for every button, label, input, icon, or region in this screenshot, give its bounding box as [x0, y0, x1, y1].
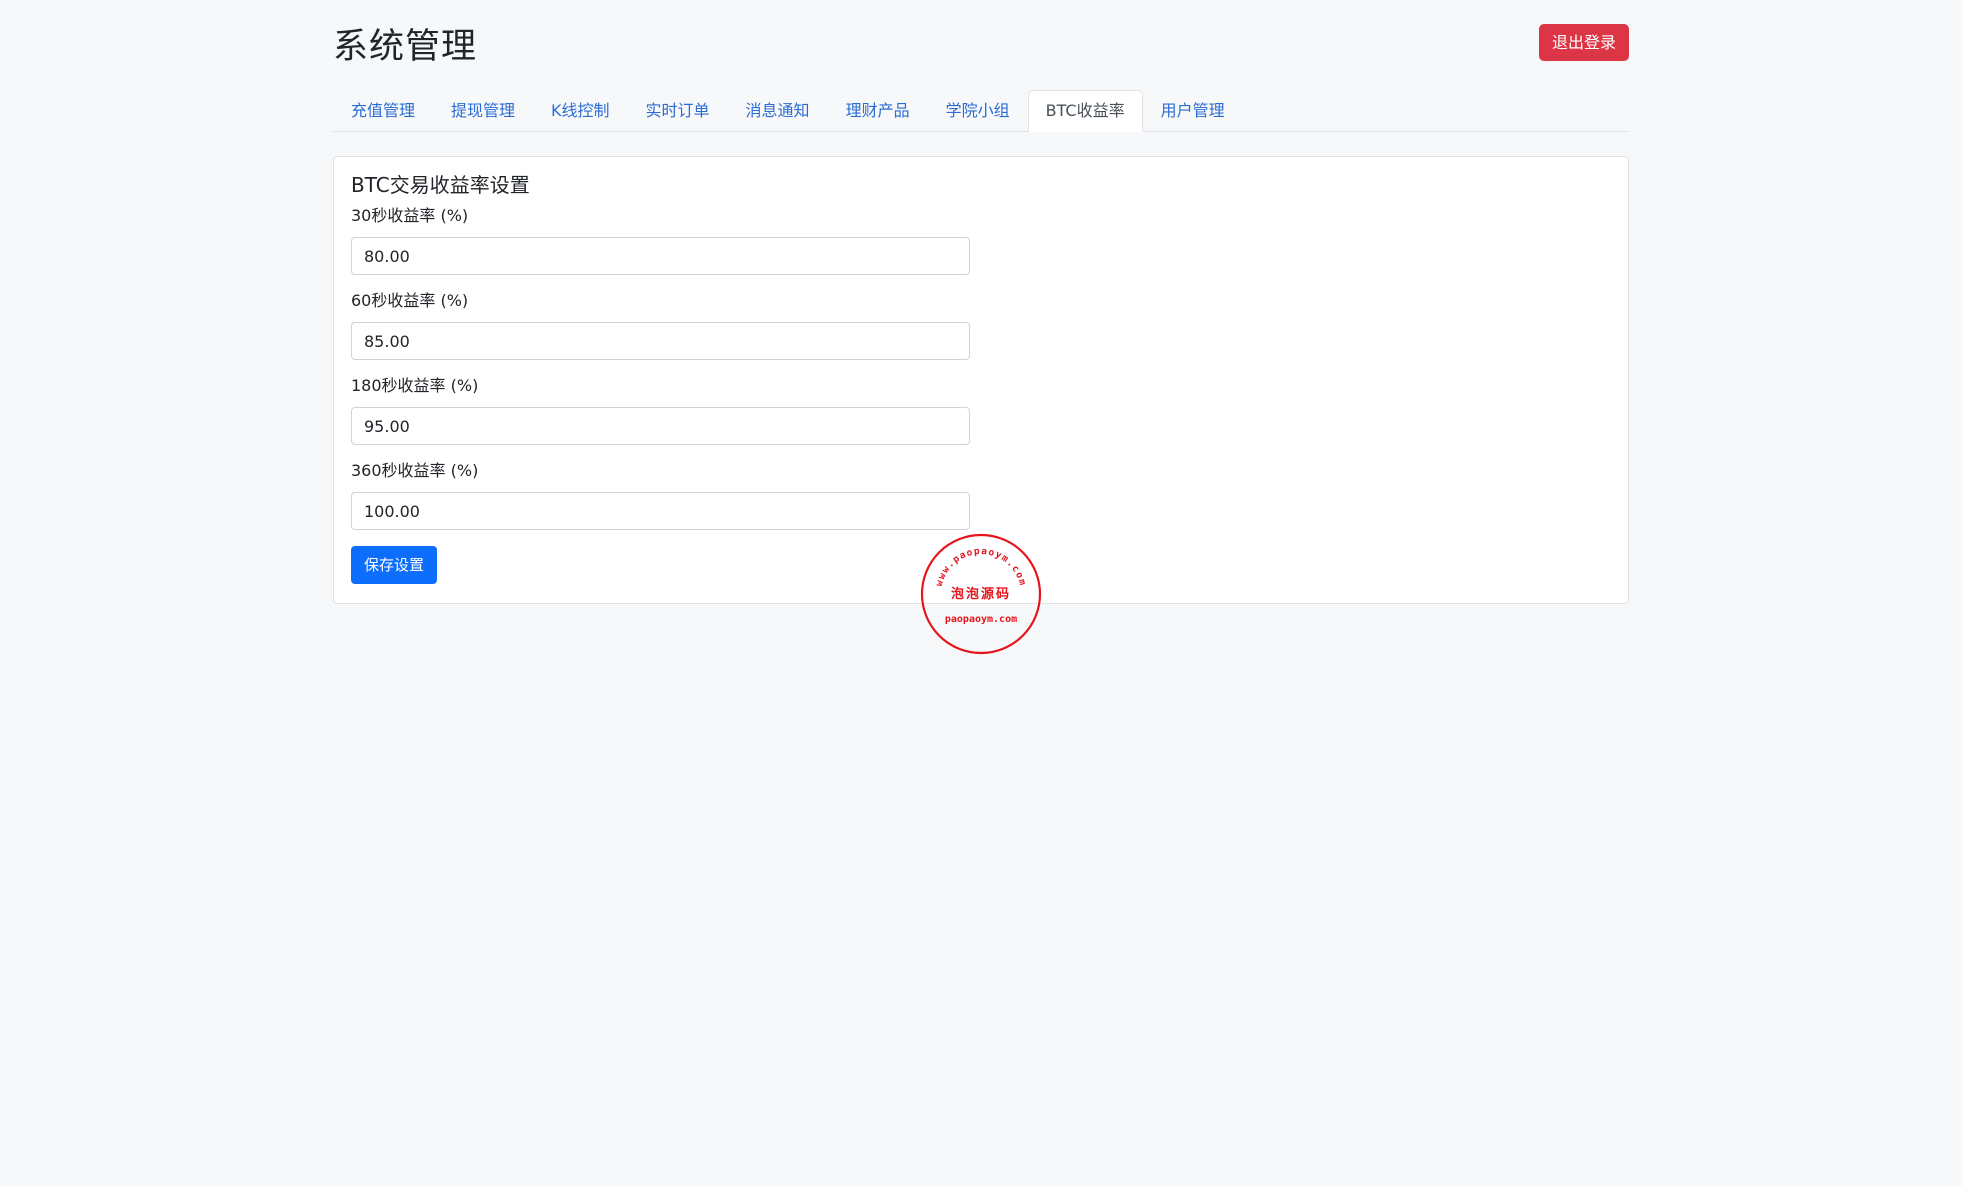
rate-30s-input[interactable]	[351, 237, 970, 275]
settings-title: BTC交易收益率设置	[351, 173, 530, 197]
nav-tabs: 充值管理 提现管理 K线控制 实时订单 消息通知 理财产品 学院小组 BTC收益…	[333, 90, 1629, 132]
tab-withdraw[interactable]: 提现管理	[433, 90, 533, 132]
field-180s: 180秒收益率 (%)	[351, 376, 970, 445]
tab-recharge[interactable]: 充值管理	[333, 90, 433, 132]
save-settings-button[interactable]: 保存设置	[351, 546, 438, 584]
settings-form: BTC交易收益率设置 30秒收益率 (%) 60秒收益率 (%) 180秒收益率…	[351, 171, 970, 584]
tab-orders[interactable]: 实时订单	[628, 90, 728, 132]
tab-notifications[interactable]: 消息通知	[728, 90, 828, 132]
field-360s: 360秒收益率 (%)	[351, 461, 970, 530]
field-30s-label: 30秒收益率 (%)	[351, 206, 469, 225]
tab-academy-groups[interactable]: 学院小组	[928, 90, 1028, 132]
rate-360s-input[interactable]	[351, 492, 970, 530]
stamp-arc-text: www.paopaoym.com	[934, 546, 1028, 588]
page-header: 系统管理 退出登录	[333, 0, 1629, 90]
field-60s-label: 60秒收益率 (%)	[351, 291, 469, 310]
page-title: 系统管理	[333, 27, 478, 67]
tab-users[interactable]: 用户管理	[1143, 90, 1243, 132]
field-360s-label: 360秒收益率 (%)	[351, 461, 479, 480]
logout-button[interactable]: 退出登录	[1538, 24, 1629, 61]
stamp-center-text: 泡泡源码	[951, 586, 1011, 602]
field-30s: 30秒收益率 (%)	[351, 206, 970, 275]
watermark-stamp: www.paopaoym.com 泡泡源码 paopaoym.com	[920, 533, 1042, 655]
field-60s: 60秒收益率 (%)	[351, 291, 970, 360]
rate-180s-input[interactable]	[351, 407, 970, 445]
rate-60s-input[interactable]	[351, 322, 970, 360]
tab-kline[interactable]: K线控制	[533, 90, 628, 132]
stamp-bottom-text: paopaoym.com	[945, 614, 1017, 625]
admin-page: 系统管理 退出登录 充值管理 提现管理 K线控制 实时订单 消息通知 理财产品 …	[333, 0, 1629, 604]
field-180s-label: 180秒收益率 (%)	[351, 376, 479, 395]
tab-wealth-products[interactable]: 理财产品	[828, 90, 928, 132]
tab-btc-rate[interactable]: BTC收益率	[1027, 90, 1143, 132]
